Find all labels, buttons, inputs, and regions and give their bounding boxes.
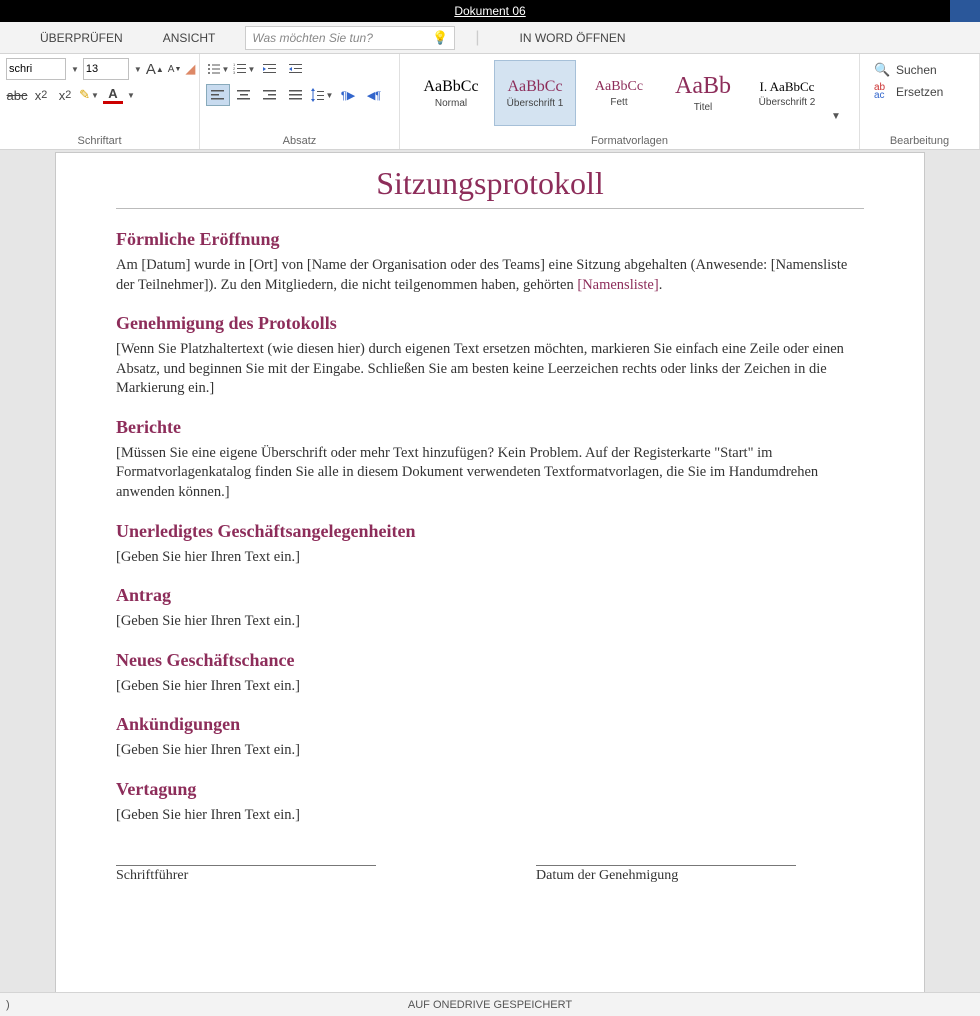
ribbon-group-editing: 🔍 Suchen abac Ersetzen Bearbeitung bbox=[860, 54, 980, 149]
shrink-font-icon[interactable]: A▼ bbox=[168, 58, 182, 80]
body-unfinished[interactable]: [Geben Sie hier Ihren Text ein.] bbox=[116, 548, 864, 568]
numbering-icon[interactable]: 123▼ bbox=[232, 58, 256, 80]
decrease-indent-icon[interactable] bbox=[258, 58, 282, 80]
font-family-select[interactable] bbox=[6, 58, 66, 80]
svg-text:3: 3 bbox=[233, 70, 236, 75]
style-heading1[interactable]: AaBbCc Überschrift 1 bbox=[494, 60, 576, 126]
group-label-font: Schriftart bbox=[6, 133, 193, 149]
subscript-icon[interactable]: x2 bbox=[30, 84, 52, 106]
body-adjourn[interactable]: [Geben Sie hier Ihren Text ein.] bbox=[116, 806, 864, 826]
style-normal[interactable]: AaBbCc Normal bbox=[410, 60, 492, 126]
signature-line bbox=[536, 865, 796, 866]
signature-secretary[interactable]: Schriftführer bbox=[116, 865, 376, 884]
superscript-icon[interactable]: x2 bbox=[54, 84, 76, 106]
chevron-down-icon[interactable]: ▼ bbox=[71, 65, 79, 74]
body-announce[interactable]: [Geben Sie hier Ihren Text ein.] bbox=[116, 741, 864, 761]
binoculars-icon: 🔍 bbox=[874, 62, 890, 78]
signature-date[interactable]: Datum der Genehmigung bbox=[536, 865, 796, 884]
signature-line bbox=[116, 865, 376, 866]
ribbon-group-paragraph: ▼ 123▼ ▼ ¶▶ ◀¶ Absatz bbox=[200, 54, 400, 149]
heading-opening[interactable]: Förmliche Eröffnung bbox=[116, 229, 864, 250]
align-left-icon[interactable] bbox=[206, 84, 230, 106]
style-heading2[interactable]: I. AaBbCc Überschrift 2 bbox=[746, 60, 828, 126]
tell-me-input[interactable] bbox=[252, 31, 422, 45]
group-label-styles: Formatvorlagen bbox=[406, 133, 853, 149]
heading-announce[interactable]: Ankündigungen bbox=[116, 714, 864, 735]
statusbar: ) AUF ONEDRIVE GESPEICHERT bbox=[0, 992, 980, 1016]
titlebar: Dokument 06 bbox=[0, 0, 980, 22]
status-left: ) bbox=[6, 999, 10, 1011]
signature-row: Schriftführer Datum der Genehmigung bbox=[116, 865, 864, 884]
separator: | bbox=[475, 29, 479, 47]
bulb-icon: 💡 bbox=[432, 30, 448, 46]
body-motion[interactable]: [Geben Sie hier Ihren Text ein.] bbox=[116, 612, 864, 632]
status-center: AUF ONEDRIVE GESPEICHERT bbox=[408, 999, 572, 1011]
highlight-icon[interactable]: ✎▼ bbox=[78, 84, 100, 106]
font-color-icon[interactable]: A bbox=[102, 84, 124, 106]
heading-approval[interactable]: Genehmigung des Protokolls bbox=[116, 313, 864, 334]
chevron-down-icon[interactable]: ▼ bbox=[134, 65, 142, 74]
align-right-icon[interactable] bbox=[258, 84, 282, 106]
heading-unfinished[interactable]: Unerledigtes Geschäftsangelegenheiten bbox=[116, 521, 864, 542]
page[interactable]: Sitzungsprotokoll Förmliche Eröffnung Am… bbox=[55, 152, 925, 998]
rtl-icon[interactable]: ◀¶ bbox=[362, 84, 386, 106]
ribbon-group-font: ▼ ▼ A▲ A▼ ◢ abc x2 x2 ✎▼ A▼ Schriftart bbox=[0, 54, 200, 149]
document-canvas[interactable]: Sitzungsprotokoll Förmliche Eröffnung Am… bbox=[0, 150, 980, 998]
placeholder-link[interactable]: [Namensliste] bbox=[577, 277, 658, 293]
body-reports[interactable]: [Müssen Sie eine eigene Überschrift oder… bbox=[116, 444, 864, 503]
align-center-icon[interactable] bbox=[232, 84, 256, 106]
title-rule bbox=[116, 208, 864, 209]
style-bold[interactable]: AaBbCc Fett bbox=[578, 60, 660, 126]
group-label-paragraph: Absatz bbox=[206, 133, 393, 149]
strikethrough-icon[interactable]: abc bbox=[6, 84, 28, 106]
align-justify-icon[interactable] bbox=[284, 84, 308, 106]
window-control[interactable] bbox=[950, 0, 980, 22]
grow-font-icon[interactable]: A▲ bbox=[146, 58, 164, 80]
increase-indent-icon[interactable] bbox=[284, 58, 308, 80]
replace-icon: abac bbox=[874, 84, 890, 100]
tab-view[interactable]: ANSICHT bbox=[143, 22, 236, 54]
document-title: Dokument 06 bbox=[454, 4, 525, 18]
heading-motion[interactable]: Antrag bbox=[116, 585, 864, 606]
style-title[interactable]: AaBb Titel bbox=[662, 60, 744, 126]
group-label-editing: Bearbeitung bbox=[866, 133, 973, 149]
ltr-icon[interactable]: ¶▶ bbox=[336, 84, 360, 106]
replace-button[interactable]: abac Ersetzen bbox=[874, 84, 965, 100]
line-spacing-icon[interactable]: ▼ bbox=[310, 84, 334, 106]
styles-more-icon[interactable]: ▼ bbox=[831, 111, 841, 128]
body-opening[interactable]: Am [Datum] wurde in [Ort] von [Name der … bbox=[116, 256, 864, 295]
tab-review[interactable]: ÜBERPRÜFEN bbox=[20, 22, 143, 54]
document-heading[interactable]: Sitzungsprotokoll bbox=[116, 161, 864, 208]
ribbon-tabs: ÜBERPRÜFEN ANSICHT 💡 | IN WORD ÖFFNEN bbox=[0, 22, 980, 54]
font-size-select[interactable] bbox=[83, 58, 129, 80]
body-newbiz[interactable]: [Geben Sie hier Ihren Text ein.] bbox=[116, 677, 864, 697]
open-in-word-button[interactable]: IN WORD ÖFFNEN bbox=[500, 31, 646, 45]
bullets-icon[interactable]: ▼ bbox=[206, 58, 230, 80]
find-button[interactable]: 🔍 Suchen bbox=[874, 62, 965, 78]
tell-me-search[interactable]: 💡 bbox=[245, 26, 455, 50]
ribbon-group-styles: AaBbCc Normal AaBbCc Überschrift 1 AaBbC… bbox=[400, 54, 860, 149]
body-approval[interactable]: [Wenn Sie Platzhaltertext (wie diesen hi… bbox=[116, 340, 864, 399]
heading-adjourn[interactable]: Vertagung bbox=[116, 779, 864, 800]
clear-formatting-icon[interactable]: ◢ bbox=[185, 58, 195, 80]
chevron-down-icon[interactable]: ▼ bbox=[127, 91, 135, 100]
heading-newbiz[interactable]: Neues Geschäftschance bbox=[116, 650, 864, 671]
heading-reports[interactable]: Berichte bbox=[116, 417, 864, 438]
ribbon: ▼ ▼ A▲ A▼ ◢ abc x2 x2 ✎▼ A▼ Schriftart ▼… bbox=[0, 54, 980, 150]
